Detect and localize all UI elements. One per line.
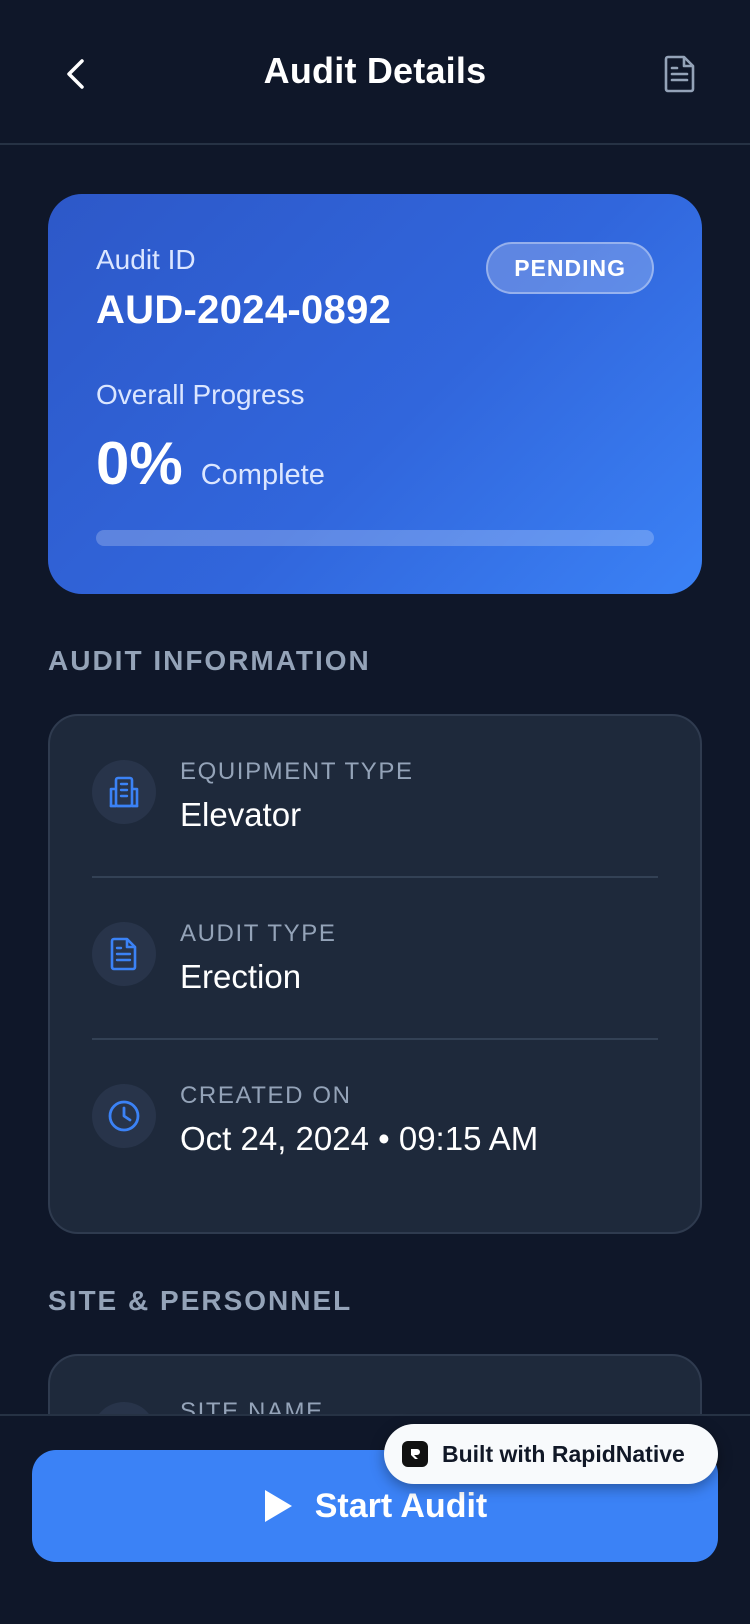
- start-audit-label: Start Audit: [314, 1486, 488, 1525]
- building-icon: [109, 776, 139, 808]
- info-row-audit-type: AUDIT TYPE Erection: [92, 878, 658, 1040]
- info-text: AUDIT TYPE Erection: [180, 920, 337, 996]
- progress-row: 0% Complete: [96, 429, 654, 498]
- progress-label: Overall Progress: [96, 379, 305, 410]
- created-on-value: Oct 24, 2024 • 09:15 AM: [180, 1120, 539, 1157]
- audit-information-card: EQUIPMENT TYPE Elevator AUDIT TYPE Erect…: [48, 714, 702, 1234]
- info-text: EQUIPMENT TYPE Elevator: [180, 758, 414, 834]
- page-title: Audit Details: [263, 49, 487, 91]
- audit-type-label: AUDIT TYPE: [180, 920, 337, 947]
- progress-percent: 0%: [96, 430, 183, 497]
- info-row-equipment-type: EQUIPMENT TYPE Elevator: [92, 716, 658, 878]
- info-row-created-on: CREATED ON Oct 24, 2024 • 09:15 AM: [92, 1040, 658, 1202]
- status-badge: PENDING: [486, 242, 654, 294]
- rapidnative-logo-icon: [402, 1441, 428, 1467]
- section-title-site-personnel: SITE & PERSONNEL: [48, 1285, 353, 1316]
- clock-icon: [108, 1100, 140, 1132]
- report-button[interactable]: [656, 46, 704, 102]
- progress-suffix: Complete: [200, 459, 325, 491]
- equipment-type-value: Elevator: [180, 796, 302, 833]
- created-on-label: CREATED ON: [180, 1082, 352, 1109]
- equipment-type-label: EQUIPMENT TYPE: [180, 758, 414, 785]
- built-with-badge[interactable]: Built with RapidNative: [384, 1424, 718, 1484]
- built-with-label: Built with RapidNative: [442, 1440, 685, 1467]
- audit-id-value: AUD-2024-0892: [96, 288, 392, 332]
- audit-summary-card: Audit ID AUD-2024-0892 PENDING Overall P…: [48, 194, 702, 594]
- play-icon: [263, 1489, 293, 1523]
- audit-type-value: Erection: [180, 958, 302, 995]
- document-icon: [664, 55, 695, 93]
- app-header: Audit Details: [0, 0, 750, 145]
- section-title-audit-information: AUDIT INFORMATION: [48, 645, 371, 676]
- icon-badge: [92, 760, 156, 824]
- info-text: CREATED ON Oct 24, 2024 • 09:15 AM: [180, 1082, 539, 1158]
- chevron-left-icon: [67, 59, 84, 89]
- progress-bar: [96, 530, 654, 546]
- icon-badge: [92, 922, 156, 986]
- icon-badge: [92, 1084, 156, 1148]
- back-button[interactable]: [52, 46, 100, 102]
- document-icon: [110, 937, 137, 971]
